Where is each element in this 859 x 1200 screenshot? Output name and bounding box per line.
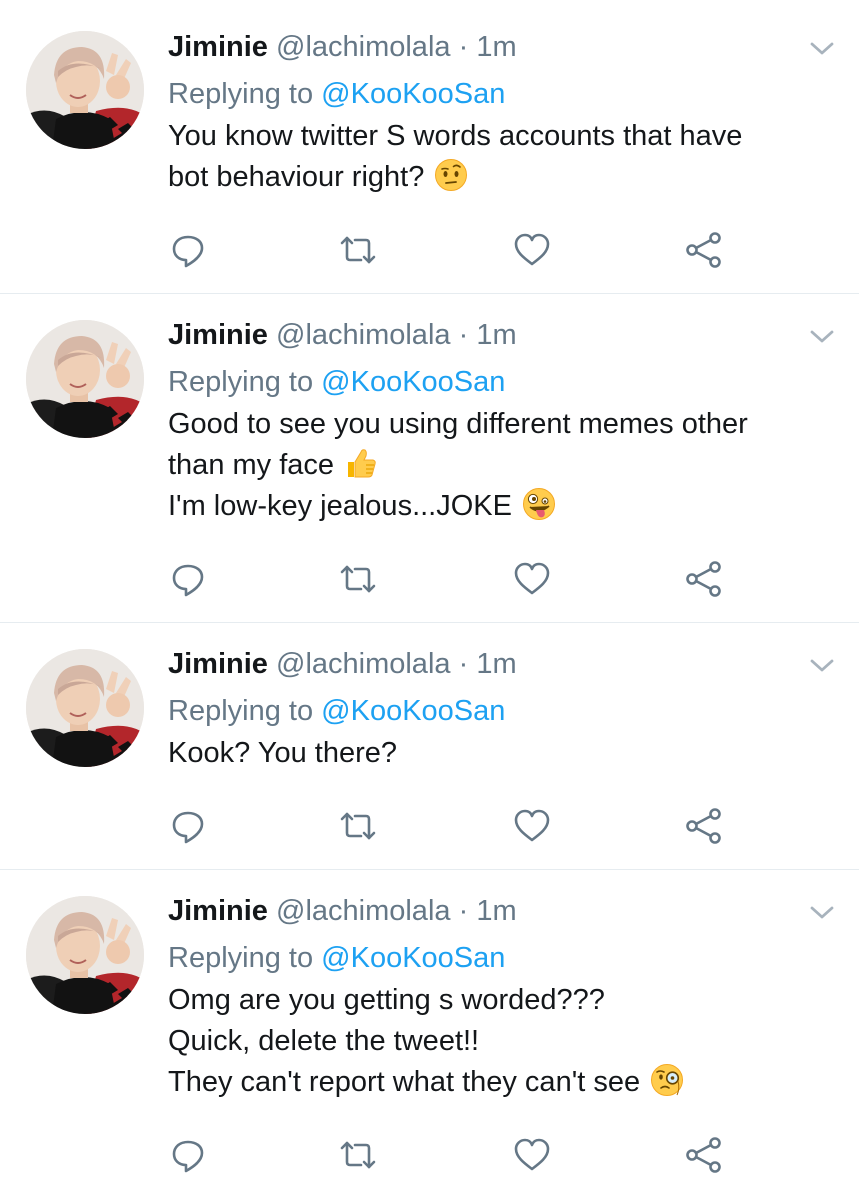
display-name[interactable]: Jiminie <box>168 319 268 351</box>
chevron-down-icon[interactable] <box>809 40 835 58</box>
replying-prefix: Replying to <box>168 78 314 110</box>
tweet-header: Jiminie @lachimolala · 1m <box>168 316 829 354</box>
tweet-body: Jiminie @lachimolala · 1m Replying to @K… <box>168 645 829 774</box>
retweet-icon[interactable] <box>338 1135 378 1175</box>
tweet-text-line: than my face <box>168 449 335 481</box>
tweet-text-line-with-emoji: I'm low-key jealous...JOKE <box>168 486 829 527</box>
share-icon[interactable] <box>684 1135 724 1175</box>
separator-dot: · <box>458 319 469 351</box>
retweet-icon[interactable] <box>338 806 378 846</box>
replying-to: Replying to @KooKooSan <box>168 75 829 113</box>
chevron-down-icon[interactable] <box>809 328 835 346</box>
tweet-text: Good to see you using different memes ot… <box>168 404 829 527</box>
tweet-text-line: Kook? You there? <box>168 737 397 769</box>
user-handle[interactable]: @lachimolala <box>276 895 451 927</box>
face-with-raised-eyebrow-icon <box>434 158 468 192</box>
retweet-icon[interactable] <box>338 230 378 270</box>
replying-handle-link[interactable]: @KooKooSan <box>321 78 505 110</box>
display-name[interactable]: Jiminie <box>168 648 268 680</box>
timestamp[interactable]: 1m <box>476 31 516 63</box>
display-name[interactable]: Jiminie <box>168 895 268 927</box>
replying-to: Replying to @KooKooSan <box>168 692 829 730</box>
tweet-body: Jiminie @lachimolala · 1m Replying to @K… <box>168 28 829 198</box>
tweet-header: Jiminie @lachimolala · 1m <box>168 892 829 930</box>
zany-face-icon <box>522 487 556 521</box>
heart-icon[interactable] <box>512 1135 552 1175</box>
share-icon[interactable] <box>684 230 724 270</box>
tweet-text: You know twitter S words accounts that h… <box>168 116 829 198</box>
replying-prefix: Replying to <box>168 366 314 398</box>
user-handle[interactable]: @lachimolala <box>276 31 451 63</box>
tweet-text-line-with-emoji: bot behaviour right? <box>168 157 829 198</box>
tweet-text-line: Quick, delete the tweet!! <box>168 1025 480 1057</box>
tweet-text-line: bot behaviour right? <box>168 161 425 193</box>
tweet-feed: Jiminie @lachimolala · 1m Replying to @K… <box>0 0 859 1200</box>
tweet-body: Jiminie @lachimolala · 1m Replying to @K… <box>168 892 829 1103</box>
separator-dot: · <box>458 648 469 680</box>
chevron-down-icon[interactable] <box>809 904 835 922</box>
timestamp[interactable]: 1m <box>476 895 516 927</box>
user-handle[interactable]: @lachimolala <box>276 648 451 680</box>
tweet-text-line: Good to see you using different memes ot… <box>168 408 748 440</box>
tweet-text-line-with-emoji: They can't report what they can't see <box>168 1062 829 1103</box>
user-handle[interactable]: @lachimolala <box>276 319 451 351</box>
tweet-actions <box>168 230 748 270</box>
avatar[interactable] <box>26 649 144 767</box>
avatar[interactable] <box>26 320 144 438</box>
tweet[interactable]: Jiminie @lachimolala · 1m Replying to @K… <box>0 0 859 294</box>
tweet-text-line: You know twitter S words accounts that h… <box>168 120 743 152</box>
share-icon[interactable] <box>684 806 724 846</box>
retweet-icon[interactable] <box>338 559 378 599</box>
replying-handle-link[interactable]: @KooKooSan <box>321 695 505 727</box>
tweet-text-line: They can't report what they can't see <box>168 1066 641 1098</box>
tweet-text: Kook? You there? <box>168 733 829 774</box>
heart-icon[interactable] <box>512 806 552 846</box>
tweet-actions <box>168 1135 748 1175</box>
share-icon[interactable] <box>684 559 724 599</box>
replying-handle-link[interactable]: @KooKooSan <box>321 942 505 974</box>
avatar[interactable] <box>26 31 144 149</box>
tweet-actions <box>168 806 748 846</box>
reply-icon[interactable] <box>168 559 208 599</box>
replying-prefix: Replying to <box>168 695 314 727</box>
tweet-text: Omg are you getting s worded??? Quick, d… <box>168 980 829 1103</box>
chevron-down-icon[interactable] <box>809 657 835 675</box>
reply-icon[interactable] <box>168 1135 208 1175</box>
replying-to: Replying to @KooKooSan <box>168 939 829 977</box>
tweet-header: Jiminie @lachimolala · 1m <box>168 28 829 66</box>
tweet[interactable]: Jiminie @lachimolala · 1m Replying to @K… <box>0 870 859 1200</box>
thumbs-up-icon <box>344 446 378 480</box>
separator-dot: · <box>458 895 469 927</box>
tweet-body: Jiminie @lachimolala · 1m Replying to @K… <box>168 316 829 527</box>
heart-icon[interactable] <box>512 230 552 270</box>
tweet-header: Jiminie @lachimolala · 1m <box>168 645 829 683</box>
display-name[interactable]: Jiminie <box>168 31 268 63</box>
tweet-text-line: I'm low-key jealous...JOKE <box>168 490 512 522</box>
avatar[interactable] <box>26 896 144 1014</box>
separator-dot: · <box>458 31 469 63</box>
replying-prefix: Replying to <box>168 942 314 974</box>
tweet-text-line-with-emoji: than my face <box>168 445 829 486</box>
tweet[interactable]: Jiminie @lachimolala · 1m Replying to @K… <box>0 623 859 870</box>
timestamp[interactable]: 1m <box>476 319 516 351</box>
tweet[interactable]: Jiminie @lachimolala · 1m Replying to @K… <box>0 294 859 623</box>
replying-to: Replying to @KooKooSan <box>168 363 829 401</box>
timestamp[interactable]: 1m <box>476 648 516 680</box>
tweet-actions <box>168 559 748 599</box>
face-with-monocle-icon <box>650 1063 684 1097</box>
heart-icon[interactable] <box>512 559 552 599</box>
tweet-text-line: Omg are you getting s worded??? <box>168 984 605 1016</box>
reply-icon[interactable] <box>168 806 208 846</box>
replying-handle-link[interactable]: @KooKooSan <box>321 366 505 398</box>
reply-icon[interactable] <box>168 230 208 270</box>
